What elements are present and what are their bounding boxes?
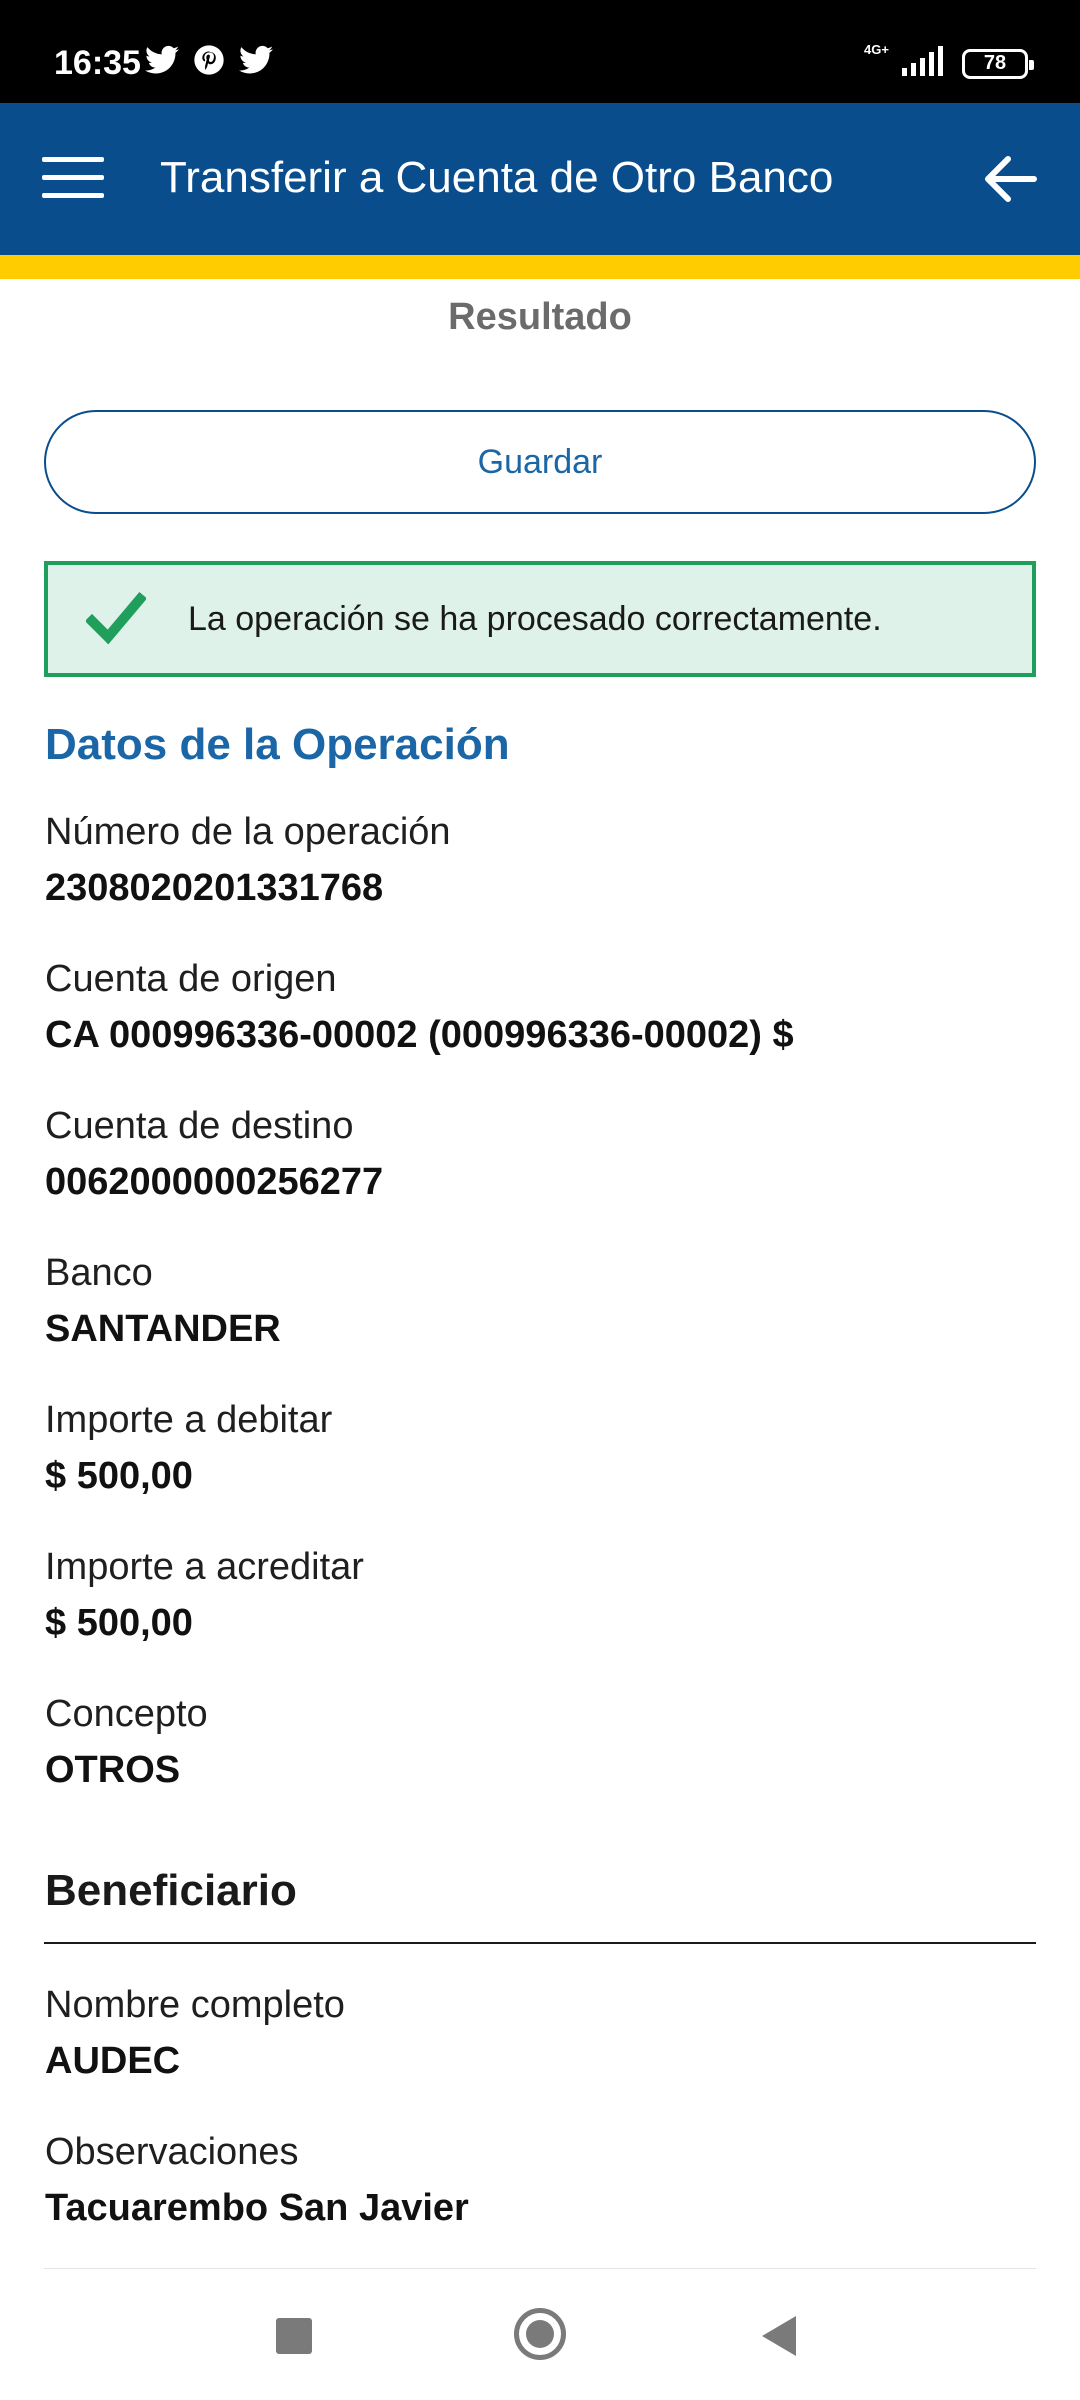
field-value: $ 500,00 <box>45 1455 193 1497</box>
success-message-box: La operación se ha procesado correctamen… <box>44 561 1036 677</box>
field-label: Número de la operación <box>45 811 451 853</box>
field-label: Nombre completo <box>45 1984 345 2026</box>
field-debit-amount: Importe a debitar $ 500,00 <box>45 1398 1035 1500</box>
field-value: OTROS <box>45 1749 181 1791</box>
notification-icons <box>145 44 273 76</box>
content-divider <box>44 2268 1036 2269</box>
save-button[interactable]: Guardar <box>44 410 1036 514</box>
menu-icon[interactable] <box>42 157 104 201</box>
field-value: Tacuarembo San Javier <box>45 2187 469 2229</box>
operation-section-title: Datos de la Operación <box>45 720 510 769</box>
status-indicators: 4G+ 78 <box>864 42 1034 81</box>
signal-icon: 4G+ <box>864 42 948 81</box>
field-observations: Observaciones Tacuarembo San Javier <box>45 2130 1035 2232</box>
result-heading: Resultado <box>448 296 632 338</box>
field-value: 2308020201331768 <box>45 867 384 909</box>
field-bank: Banco SANTANDER <box>45 1251 1035 1353</box>
field-label: Importe a debitar <box>45 1399 333 1441</box>
field-label: Observaciones <box>45 2131 299 2173</box>
system-nav-bar <box>0 2270 1080 2400</box>
status-bar: 16:35 4G+ 78 <box>0 0 1080 103</box>
field-value: 0062000000256277 <box>45 1161 384 1203</box>
field-destination-account: Cuenta de destino 0062000000256277 <box>45 1104 1035 1206</box>
success-message: La operación se ha procesado correctamen… <box>188 599 882 638</box>
field-operation-number: Número de la operación 2308020201331768 <box>45 810 1035 912</box>
field-value: CA 000996336-00002 (000996336-00002) $ <box>45 1014 794 1056</box>
section-divider <box>44 1942 1036 1944</box>
accent-strip <box>0 255 1080 279</box>
field-value: SANTANDER <box>45 1308 281 1350</box>
home-icon[interactable] <box>514 2308 566 2360</box>
twitter-icon <box>145 45 179 74</box>
field-credit-amount: Importe a acreditar $ 500,00 <box>45 1545 1035 1647</box>
battery-icon: 78 <box>962 48 1034 79</box>
app-bar: Transferir a Cuenta de Otro Banco <box>0 103 1080 255</box>
field-origin-account: Cuenta de origen CA 000996336-00002 (000… <box>45 957 1035 1059</box>
field-full-name: Nombre completo AUDEC <box>45 1983 1035 2085</box>
field-value: AUDEC <box>45 2040 181 2082</box>
network-type: 4G+ <box>864 42 889 57</box>
page-title: Transferir a Cuenta de Otro Banco <box>160 153 834 202</box>
field-label: Banco <box>45 1252 153 1294</box>
battery-level: 78 <box>983 52 1007 74</box>
field-label: Concepto <box>45 1693 208 1735</box>
twitter-icon <box>239 45 273 74</box>
field-label: Cuenta de destino <box>45 1105 354 1147</box>
field-concept: Concepto OTROS <box>45 1692 1035 1794</box>
field-value: $ 500,00 <box>45 1602 193 1644</box>
back-arrow-icon[interactable] <box>978 147 1042 211</box>
recents-icon[interactable] <box>276 2318 312 2354</box>
field-label: Cuenta de origen <box>45 958 337 1000</box>
status-time: 16:35 <box>54 44 141 82</box>
pinterest-icon <box>194 45 224 75</box>
back-icon[interactable] <box>762 2316 796 2356</box>
field-label: Importe a acreditar <box>45 1546 364 1588</box>
beneficiary-section-title: Beneficiario <box>45 1866 297 1915</box>
checkmark-icon <box>86 591 146 645</box>
